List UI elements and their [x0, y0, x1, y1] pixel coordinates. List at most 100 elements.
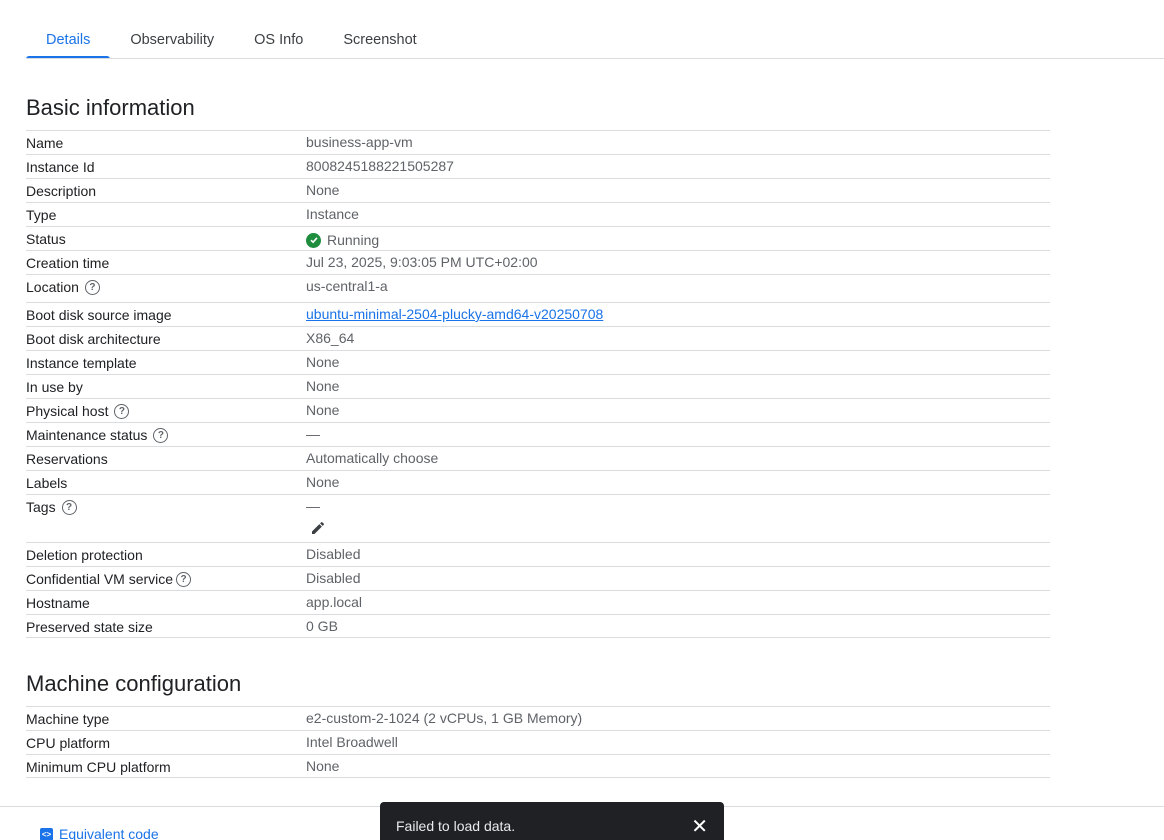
row-key: Minimum CPU platform: [26, 755, 306, 777]
row-maintenance-status: Maintenance status? —: [26, 422, 1050, 446]
key-label: Labels: [26, 475, 68, 491]
close-icon[interactable]: ✕: [691, 817, 708, 837]
row-value: X86_64: [306, 330, 355, 346]
row-boot-disk-image: Boot disk source image ubuntu-minimal-25…: [26, 302, 1050, 326]
key-label: Hostname: [26, 595, 90, 611]
row-key: Maintenance status?: [26, 423, 306, 446]
row-key: Confidential VM service?: [26, 567, 306, 590]
key-label: Type: [26, 207, 57, 223]
row-machine-type: Machine type e2-custom-2-1024 (2 vCPUs, …: [26, 706, 1050, 730]
snackbar: Failed to load data. ✕: [380, 802, 724, 840]
row-key: Instance Id: [26, 155, 306, 178]
row-key: Description: [26, 179, 306, 202]
key-label: Tags: [26, 499, 56, 515]
row-key: Boot disk source image: [26, 303, 306, 326]
boot-image-link[interactable]: ubuntu-minimal-2504-plucky-amd64-v202507…: [306, 306, 603, 322]
machine-config-table: Machine type e2-custom-2-1024 (2 vCPUs, …: [26, 706, 1050, 778]
row-name: Name business-app-vm: [26, 130, 1050, 154]
row-value: Automatically choose: [306, 450, 439, 466]
row-instance-id: Instance Id 8008245188221505287: [26, 154, 1050, 178]
key-label: Maintenance status: [26, 427, 148, 443]
row-value: None: [306, 182, 340, 198]
row-key: Creation time: [26, 251, 306, 274]
row-deletion-protection: Deletion protection Disabled: [26, 542, 1050, 566]
row-description: Description None: [26, 178, 1050, 202]
row-boot-disk-arch: Boot disk architecture X86_64: [26, 326, 1050, 350]
tab-divider: [26, 58, 1164, 59]
row-instance-template: Instance template None: [26, 350, 1050, 374]
key-label: Minimum CPU platform: [26, 759, 171, 775]
row-key: Instance template: [26, 351, 306, 374]
row-key: CPU platform: [26, 731, 306, 754]
row-in-use-by: In use by None: [26, 374, 1050, 398]
key-label: Deletion protection: [26, 547, 143, 563]
row-key: Machine type: [26, 707, 306, 730]
row-confidential-vm: Confidential VM service? Disabled: [26, 566, 1050, 590]
tab-details[interactable]: Details: [26, 21, 111, 59]
row-location: Location? us-central1-a: [26, 274, 1050, 302]
row-value: 8008245188221505287: [306, 158, 454, 174]
row-value: Jul 23, 2025, 9:03:05 PM UTC+02:00: [306, 254, 538, 270]
check-circle-icon: [306, 232, 321, 248]
snackbar-message: Failed to load data.: [396, 818, 516, 834]
row-value: e2-custom-2-1024 (2 vCPUs, 1 GB Memory): [306, 710, 583, 726]
key-label: Boot disk source image: [26, 307, 172, 323]
row-key: In use by: [26, 375, 306, 398]
row-value: 0 GB: [306, 618, 338, 634]
key-label: Machine type: [26, 711, 110, 727]
row-value: Disabled: [306, 546, 361, 562]
help-icon[interactable]: ?: [153, 428, 169, 443]
help-icon[interactable]: ?: [84, 280, 100, 295]
row-type: Type Instance: [26, 202, 1050, 226]
equivalent-code-link[interactable]: <> Equivalent code: [40, 826, 159, 840]
pencil-icon[interactable]: [310, 520, 326, 536]
row-value: —: [306, 495, 1050, 542]
row-value: None: [306, 758, 340, 774]
tags-value: —: [306, 498, 320, 514]
key-label: Location: [26, 279, 79, 295]
tab-screenshot[interactable]: Screenshot: [323, 21, 436, 58]
row-value: ubuntu-minimal-2504-plucky-amd64-v202507…: [306, 303, 1050, 326]
help-icon[interactable]: ?: [61, 500, 77, 515]
row-key: Status: [26, 227, 306, 250]
key-label: Description: [26, 183, 97, 199]
row-value: None: [306, 378, 340, 394]
tab-os-info[interactable]: OS Info: [234, 21, 323, 58]
row-value: Instance: [306, 206, 359, 222]
row-value: None: [306, 402, 340, 418]
row-key: Labels: [26, 471, 306, 494]
row-value: None: [306, 354, 340, 370]
row-value: Running: [306, 227, 1050, 250]
row-key: Reservations: [26, 447, 306, 470]
key-label: Physical host: [26, 403, 109, 419]
row-cpu-platform: CPU platform Intel Broadwell: [26, 730, 1050, 754]
row-creation-time: Creation time Jul 23, 2025, 9:03:05 PM U…: [26, 250, 1050, 274]
row-value: us-central1-a: [306, 278, 388, 294]
row-tags: Tags? —: [26, 494, 1050, 542]
row-value: None: [306, 474, 340, 490]
row-key: Boot disk architecture: [26, 327, 306, 350]
row-key: Type: [26, 203, 306, 226]
tab-observability[interactable]: Observability: [110, 21, 234, 58]
key-label: Instance template: [26, 355, 137, 371]
key-label: Confidential VM service: [26, 571, 174, 587]
key-label: Preserved state size: [26, 619, 153, 635]
row-physical-host: Physical host? None: [26, 398, 1050, 422]
key-label: Boot disk architecture: [26, 331, 161, 347]
row-key: Name: [26, 131, 306, 154]
code-icon: <>: [40, 827, 53, 840]
row-key: Location?: [26, 275, 306, 302]
tab-bar: Details Observability OS Info Screenshot: [26, 21, 437, 59]
section-title-basic: Basic information: [26, 95, 195, 120]
status-text: Running: [327, 232, 380, 248]
row-key: Deletion protection: [26, 543, 306, 566]
row-value: Disabled: [306, 570, 361, 586]
help-icon[interactable]: ?: [176, 572, 192, 587]
row-key: Physical host?: [26, 399, 306, 422]
key-label: Creation time: [26, 255, 110, 271]
row-key: Hostname: [26, 591, 306, 614]
row-key: Tags?: [26, 495, 306, 542]
row-value: app.local: [306, 594, 363, 610]
help-icon[interactable]: ?: [114, 404, 130, 419]
row-preserved-state-size: Preserved state size 0 GB: [26, 614, 1050, 638]
